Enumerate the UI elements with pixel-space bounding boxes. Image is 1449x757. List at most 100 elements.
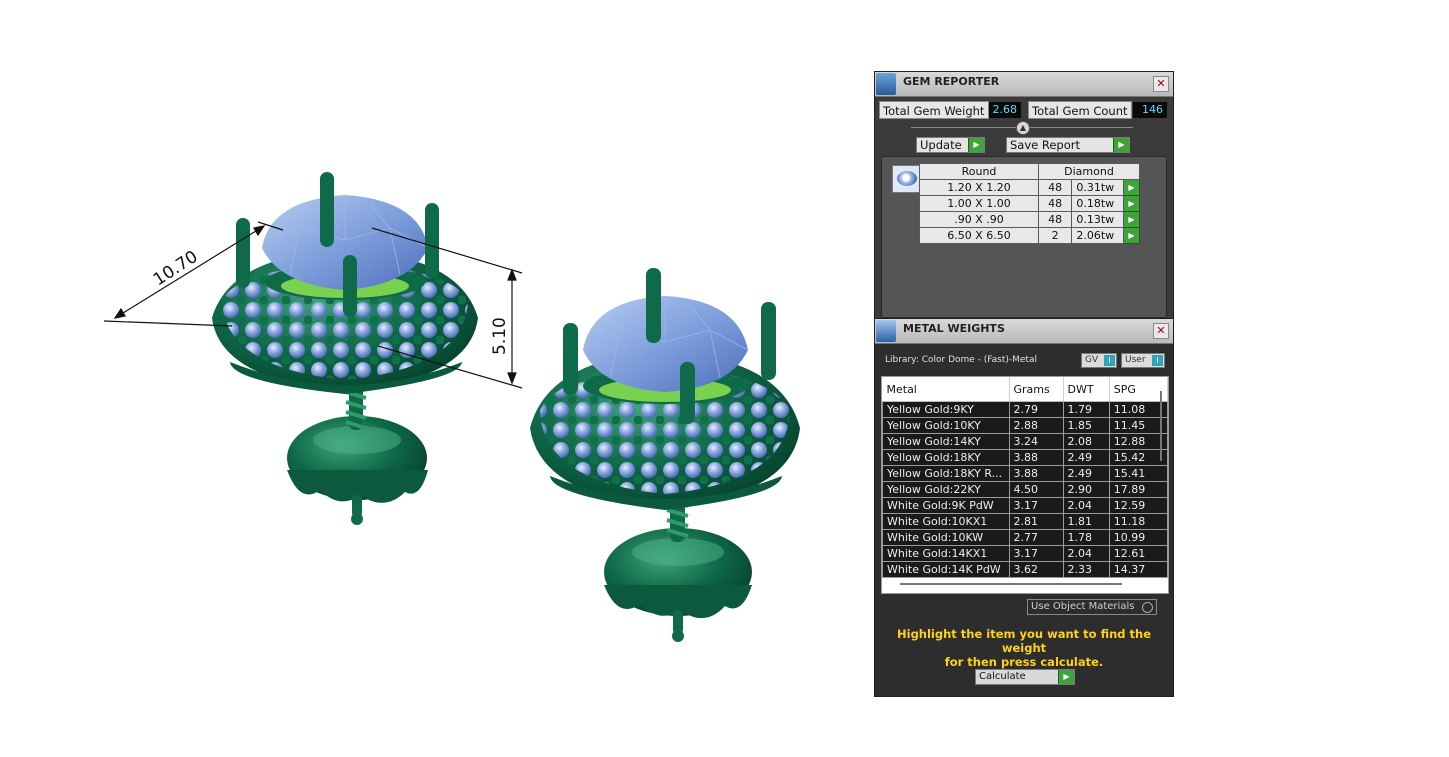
metal-table: Metal Grams DWT SPG Yellow Gold:9KY 2.79 1… — [882, 377, 1168, 578]
gem-reporter-titlebar[interactable]: GEM REPORTER ✕ — [875, 72, 1173, 97]
gem-row[interactable]: 1.00 X 1.00 48 0.18tw ▶ — [919, 195, 1141, 212]
gem-size: 1.00 X 1.00 — [919, 195, 1039, 212]
metal-spg: 15.42 — [1108, 449, 1168, 466]
gem-table-header: Round Diamond — [919, 163, 1140, 180]
metal-spg: 11.18 — [1108, 513, 1168, 530]
save-report-button[interactable]: Save Report ▶ — [1006, 137, 1130, 153]
table-row[interactable]: Yellow Gold:18KY R... 3.88 2.49 15.41 — [882, 465, 1168, 482]
metal-dwt: 2.33 — [1062, 561, 1110, 578]
total-gem-count-label: Total Gem Count — [1028, 101, 1132, 119]
user-toggle[interactable]: User I — [1121, 353, 1165, 368]
metal-name: Yellow Gold:22KY — [882, 481, 1010, 498]
table-row[interactable]: Yellow Gold:14KY 3.24 2.08 12.88 — [882, 433, 1168, 450]
metal-grams: 2.88 — [1008, 417, 1064, 434]
gem-size: 1.20 X 1.20 — [919, 179, 1039, 196]
gem-row[interactable]: 6.50 X 6.50 2 2.06tw ▶ — [919, 227, 1141, 244]
metal-grams: 2.79 — [1008, 401, 1064, 418]
metal-grams: 3.62 — [1008, 561, 1064, 578]
vertical-scrollbar[interactable] — [1160, 391, 1162, 461]
play-arrow-icon[interactable]: ▶ — [1122, 179, 1141, 196]
table-row[interactable]: Yellow Gold:9KY 2.79 1.79 11.08 — [882, 401, 1168, 418]
metal-grams: 3.17 — [1008, 545, 1064, 562]
metal-name: Yellow Gold:18KY — [882, 449, 1010, 466]
play-arrow-icon[interactable]: ▶ — [1122, 195, 1141, 212]
metal-grams: 3.24 — [1008, 433, 1064, 450]
play-arrow-icon[interactable]: ▶ — [1122, 227, 1141, 244]
metal-dwt: 1.79 — [1062, 401, 1110, 418]
scale-icon — [876, 320, 896, 342]
metal-name: Yellow Gold:18KY R... — [882, 465, 1010, 482]
total-gem-weight-value: 2.68 — [989, 102, 1021, 118]
total-gem-weight-label: Total Gem Weight — [879, 101, 989, 119]
play-arrow-icon: ▶ — [1113, 138, 1129, 152]
diamond-icon — [897, 171, 917, 186]
metal-grams: 2.77 — [1008, 529, 1064, 546]
3d-viewport[interactable]: 10.70 5.10 — [0, 0, 860, 753]
calculate-button[interactable]: Calculate ▶ — [975, 669, 1075, 685]
gem-row[interactable]: 1.20 X 1.20 48 0.31tw ▶ — [919, 179, 1141, 196]
metal-list[interactable]: Metal Grams DWT SPG Yellow Gold:9KY 2.79 1… — [881, 376, 1169, 594]
update-button-label: Update — [920, 138, 962, 152]
metal-name: Yellow Gold:10KY — [882, 417, 1010, 434]
table-row[interactable]: Yellow Gold:10KY 2.88 1.85 11.45 — [882, 417, 1168, 434]
calculate-button-label: Calculate — [979, 671, 1026, 682]
metal-dwt: 2.90 — [1062, 481, 1110, 498]
collapse-arrow-icon[interactable]: ▲ — [1016, 121, 1030, 135]
library-label: Library: Color Dome - (Fast)-Metal — [885, 355, 1037, 365]
metal-spg: 14.37 — [1108, 561, 1168, 578]
metal-dwt: 2.49 — [1062, 449, 1110, 466]
dimension-label-height: 5.10 — [490, 317, 510, 355]
metal-grams: 3.88 — [1008, 465, 1064, 482]
metal-dwt: 1.78 — [1062, 529, 1110, 546]
metal-spg: 10.99 — [1108, 529, 1168, 546]
gem-row[interactable]: .90 X .90 48 0.13tw ▶ — [919, 211, 1141, 228]
table-row[interactable]: White Gold:9K PdW 3.17 2.04 12.59 — [882, 497, 1168, 514]
round-diamond-thumbnail[interactable] — [892, 165, 922, 193]
gem-reporter-panel: GEM REPORTER ✕ Total Gem Weight 2.68 Tot… — [874, 71, 1174, 321]
instruction-text: Highlight the item you want to find the … — [875, 627, 1173, 669]
gv-toggle[interactable]: GV I — [1081, 353, 1117, 368]
table-row[interactable]: White Gold:14KX1 3.17 2.04 12.61 — [882, 545, 1168, 562]
table-row[interactable]: White Gold:14K PdW 3.62 2.33 14.37 — [882, 561, 1168, 578]
dimension-label-width: 10.70 — [150, 247, 202, 290]
column-header-spg[interactable]: SPG — [1109, 377, 1168, 402]
gem-count: 48 — [1037, 211, 1073, 228]
table-row[interactable]: Yellow Gold:18KY 3.88 2.49 15.42 — [882, 449, 1168, 466]
gem-list-area: Round Diamond 1.20 X 1.20 48 0.31tw ▶ 1.… — [881, 156, 1167, 318]
metal-spg: 11.08 — [1108, 401, 1168, 418]
column-header-metal[interactable]: Metal — [882, 377, 1010, 402]
metal-weights-titlebar[interactable]: METAL WEIGHTS ✕ — [875, 319, 1173, 344]
play-arrow-icon: ▶ — [1058, 670, 1074, 684]
gem-weight: 0.31tw — [1071, 179, 1124, 196]
instruction-line-1: Highlight the item you want to find the … — [897, 627, 1151, 655]
metal-spg: 12.88 — [1108, 433, 1168, 450]
metal-spg: 12.59 — [1108, 497, 1168, 514]
table-row[interactable]: White Gold:10KX1 2.81 1.81 11.18 — [882, 513, 1168, 530]
user-label: User — [1125, 355, 1146, 365]
metal-grams: 2.81 — [1008, 513, 1064, 530]
radio-button-icon[interactable] — [1142, 602, 1153, 613]
metal-dwt: 2.04 — [1062, 545, 1110, 562]
table-row[interactable]: White Gold:10KW 2.77 1.78 10.99 — [882, 529, 1168, 546]
metal-dwt: 1.85 — [1062, 417, 1110, 434]
gem-material-header: Diamond — [1038, 163, 1140, 180]
instruction-line-2: for then press calculate. — [944, 655, 1104, 669]
horizontal-scrollbar[interactable] — [900, 583, 1122, 585]
gem-weight: 0.18tw — [1071, 195, 1124, 212]
metal-grams: 4.50 — [1008, 481, 1064, 498]
metal-table-header: Metal Grams DWT SPG — [882, 377, 1168, 402]
column-header-grams[interactable]: Grams — [1009, 377, 1064, 402]
gem-weight: 2.06tw — [1071, 227, 1124, 244]
table-row[interactable]: Yellow Gold:22KY 4.50 2.90 17.89 — [882, 481, 1168, 498]
save-report-button-label: Save Report — [1010, 138, 1081, 152]
play-arrow-icon: ▶ — [968, 138, 984, 152]
close-icon[interactable]: ✕ — [1153, 323, 1169, 339]
close-icon[interactable]: ✕ — [1153, 76, 1169, 92]
use-object-materials-label: Use Object Materials — [1031, 601, 1135, 612]
metal-spg: 15.41 — [1108, 465, 1168, 482]
left-earring — [212, 172, 478, 525]
column-header-dwt[interactable]: DWT — [1063, 377, 1110, 402]
play-arrow-icon[interactable]: ▶ — [1122, 211, 1141, 228]
update-button[interactable]: Update ▶ — [916, 137, 985, 153]
use-object-materials-option[interactable]: Use Object Materials — [1027, 599, 1157, 615]
